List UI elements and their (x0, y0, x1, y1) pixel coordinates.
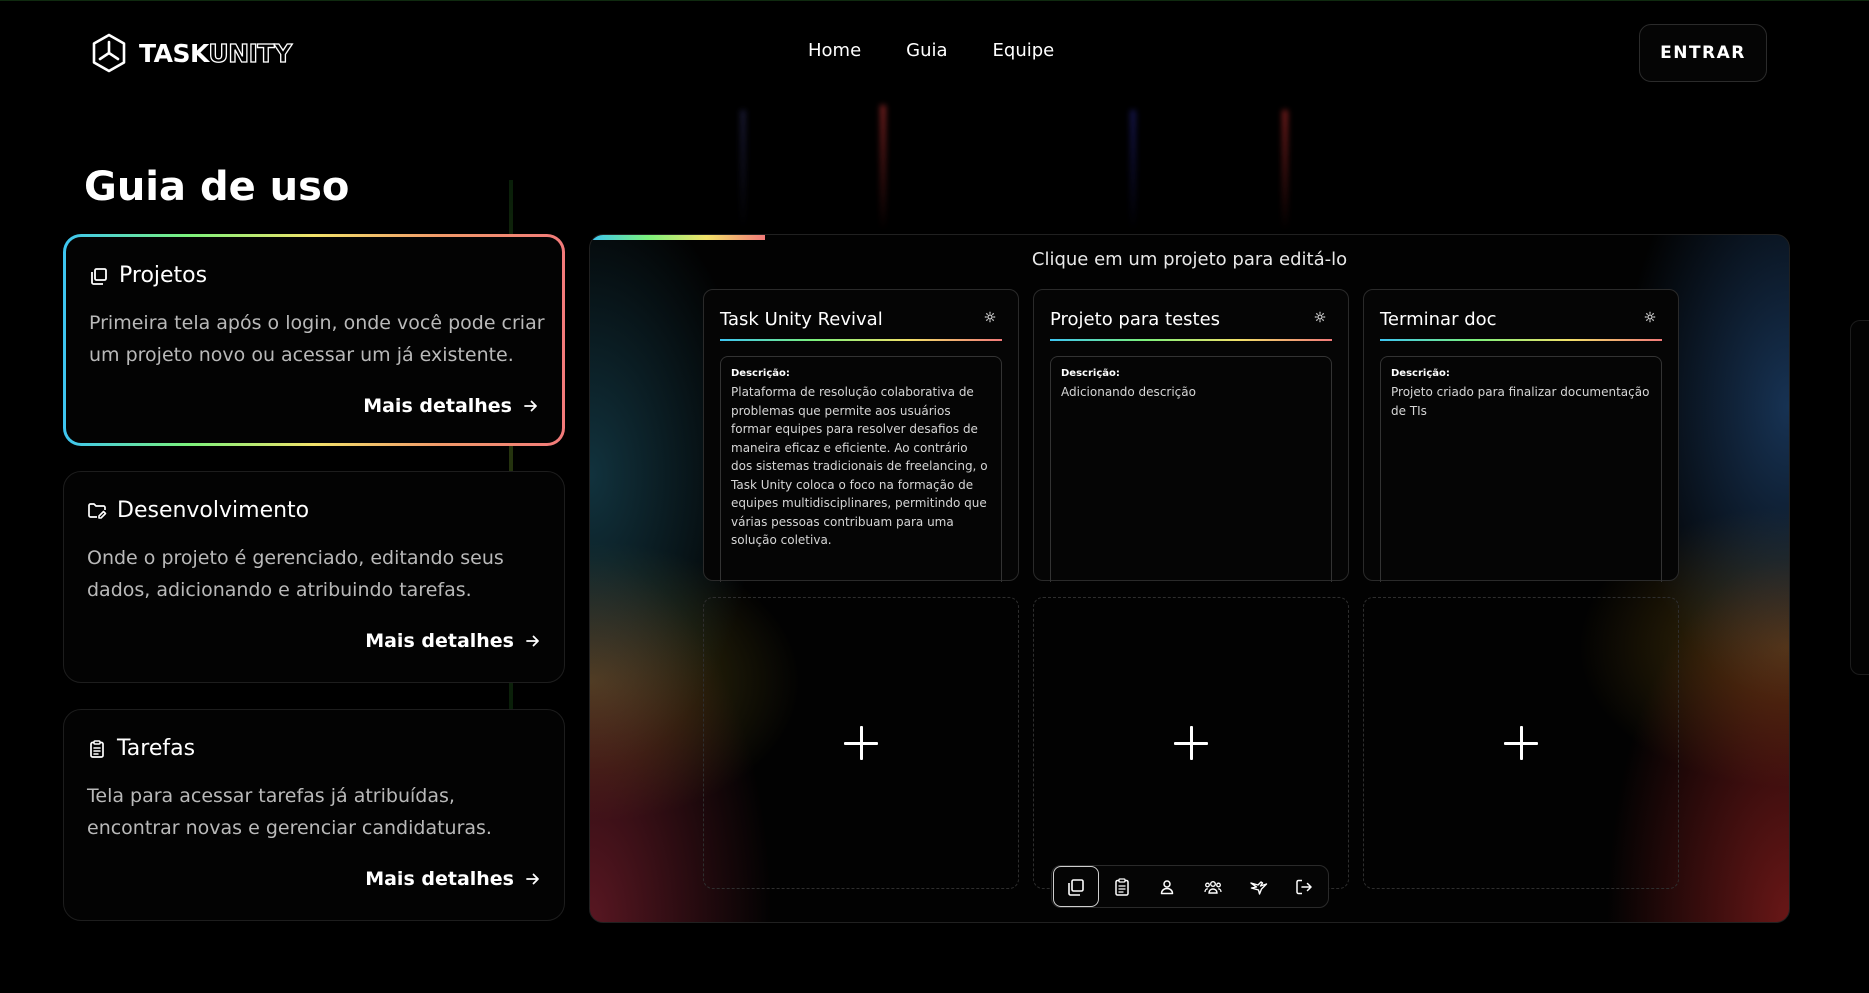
hexagon-logo-icon (92, 33, 126, 73)
dock-tasks-button[interactable] (1099, 866, 1145, 907)
more-details-label: Mais detalhes (365, 868, 514, 890)
logout-icon (1296, 879, 1312, 894)
plus-icon (1174, 726, 1208, 760)
guide-card-development[interactable]: Desenvolvimento Onde o projeto é gerenci… (63, 471, 565, 683)
project-title: Task Unity Revival (720, 309, 883, 330)
project-description: Plataforma de resolução colaborativa de … (731, 385, 988, 547)
more-details-link[interactable]: Mais detalhes (365, 868, 540, 890)
project-description-box: Descrição: Plataforma de resolução colab… (720, 356, 1002, 582)
arrow-right-icon (524, 400, 537, 412)
dock-projects-button[interactable] (1053, 866, 1099, 907)
guide-card-description: Primeira tela após o login, onde você po… (89, 312, 545, 366)
gear-icon[interactable] (1314, 311, 1326, 323)
bottom-dock (1051, 865, 1329, 908)
progress-bar (590, 235, 765, 240)
project-description-box: Descrição: Adicionando descrição (1050, 356, 1332, 582)
nav-guide[interactable]: Guia (906, 40, 947, 61)
top-border-line (0, 0, 1869, 1)
guide-card-description: Tela para acessar tarefas já atribuídas,… (87, 785, 492, 839)
description-label: Descrição: (1391, 368, 1450, 379)
gradient-divider (720, 339, 1002, 341)
plus-icon (844, 726, 878, 760)
gear-icon[interactable] (1644, 311, 1656, 323)
folder-edit-icon (87, 501, 107, 521)
bg-glow (1130, 110, 1136, 230)
brand-logo[interactable]: TASKUNITY (89, 32, 293, 74)
guide-card-title: Projetos (119, 263, 208, 288)
project-card[interactable]: Terminar doc Descrição: Projeto criado p… (1363, 289, 1679, 582)
bg-glow (740, 110, 746, 230)
preview-hint: Clique em um projeto para editá-lo (1031, 249, 1348, 270)
more-details-label: Mais detalhes (363, 395, 512, 417)
brand-wordmark: TASKUNITY (139, 38, 293, 68)
arrow-right-icon (526, 635, 539, 647)
gradient-divider (1380, 339, 1662, 341)
team-icon (1204, 880, 1222, 894)
project-card[interactable]: Task Unity Revival Descrição: Plataforma… (703, 289, 1019, 582)
guide-card-tasks[interactable]: Tarefas Tela para acessar tarefas já atr… (63, 709, 565, 921)
project-description-box: Descrição: Projeto criado para finalizar… (1380, 356, 1662, 582)
clipboard-icon (87, 739, 107, 759)
dock-bird-button[interactable] (1236, 866, 1282, 907)
gradient-divider (1050, 339, 1332, 341)
guide-card-projects[interactable]: Projetos Primeira tela após o login, ond… (63, 234, 565, 446)
new-project-slot[interactable] (1033, 597, 1349, 889)
guide-card-description: Onde o projeto é gerenciado, editando se… (87, 547, 504, 601)
page-scrollbar[interactable] (1850, 320, 1869, 675)
preview-panel: Clique em um projeto para editá-lo Task … (589, 234, 1790, 923)
nav-team[interactable]: Equipe (993, 40, 1055, 61)
dock-profile-button[interactable] (1144, 866, 1190, 907)
bg-glow (1282, 110, 1288, 230)
copy-icon (89, 266, 109, 286)
new-project-slot[interactable] (1363, 597, 1679, 889)
project-description: Projeto criado para finalizar documentaç… (1391, 385, 1650, 418)
description-label: Descrição: (731, 368, 790, 379)
more-details-link[interactable]: Mais detalhes (365, 630, 540, 652)
more-details-label: Mais detalhes (365, 630, 514, 652)
project-description: Adicionando descrição (1061, 385, 1196, 399)
bird-icon (1249, 880, 1267, 895)
project-card[interactable]: Projeto para testes Descrição: Adicionan… (1033, 289, 1349, 582)
plus-icon (1504, 726, 1538, 760)
tasks-icon (1114, 877, 1129, 896)
main-nav: Home Guia Equipe (808, 40, 1054, 61)
login-button[interactable]: ENTRAR (1639, 24, 1767, 82)
gear-icon[interactable] (984, 311, 996, 323)
project-title: Terminar doc (1380, 309, 1497, 330)
dock-team-button[interactable] (1190, 866, 1236, 907)
more-details-link[interactable]: Mais detalhes (363, 395, 538, 417)
project-title: Projeto para testes (1050, 309, 1221, 330)
bg-glow (880, 105, 886, 230)
projects-icon (1068, 878, 1084, 896)
profile-icon (1160, 879, 1174, 894)
new-project-slot[interactable] (703, 597, 1019, 889)
page-title: Guia de uso (84, 164, 350, 210)
arrow-right-icon (526, 873, 539, 885)
guide-card-title: Tarefas (117, 736, 196, 761)
dock-logout-button[interactable] (1281, 866, 1327, 907)
nav-home[interactable]: Home (808, 40, 861, 61)
description-label: Descrição: (1061, 368, 1120, 379)
guide-card-title: Desenvolvimento (117, 498, 310, 523)
